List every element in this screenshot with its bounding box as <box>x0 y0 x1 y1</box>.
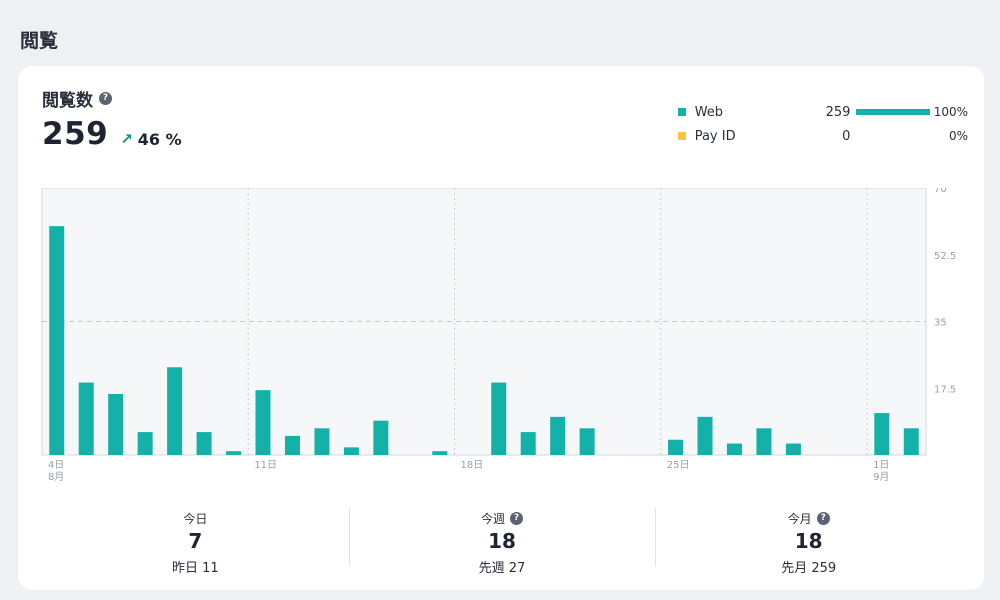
bar <box>491 382 507 455</box>
y-tick-label: 70 <box>934 188 947 195</box>
x-tick-sublabel: 8月 <box>48 471 64 483</box>
question-icon[interactable]: ? <box>99 92 112 105</box>
bar <box>167 367 183 455</box>
bar <box>108 393 124 455</box>
legend-bar-track <box>856 109 930 115</box>
y-tick-label: 17.5 <box>934 384 956 395</box>
question-icon[interactable]: ? <box>816 512 830 525</box>
metric-label: 閲覧数 <box>42 91 93 111</box>
bar <box>756 428 772 455</box>
bar <box>432 451 448 455</box>
metric-value: 259 <box>42 116 109 152</box>
x-tick-label: 18日 <box>461 460 484 471</box>
legend-row-payid: Pay ID 0 0% <box>678 124 968 148</box>
legend-swatch-payid <box>678 132 686 140</box>
stat-week: 今週? 18 先週 27 <box>348 502 656 576</box>
stat-today: 今日 7 昨日 11 <box>42 502 349 576</box>
trend-value: 46 % <box>137 129 182 149</box>
bar <box>550 416 566 455</box>
metric-header: 閲覧数 ? <box>42 86 112 111</box>
bar <box>579 428 595 455</box>
stat-previous: 先月 259 <box>781 561 837 576</box>
y-tick-label: 52.5 <box>934 251 956 262</box>
bar <box>874 413 890 455</box>
stat-previous: 先週 27 <box>478 561 526 576</box>
stat-label: 今月 <box>787 512 812 526</box>
x-tick-label: 4日 <box>48 460 64 471</box>
stats-row: 今日 7 昨日 11 今週? 18 先週 27 今月? 18 先月 259 <box>42 502 962 576</box>
legend-name: Web <box>694 104 724 120</box>
x-tick-sublabel: 9月 <box>873 471 889 483</box>
legend-percent: 0% <box>948 129 968 143</box>
metric-row: 259 ↗ 46 % <box>42 116 182 152</box>
bar <box>78 382 94 455</box>
stat-label: 今日 <box>183 512 208 526</box>
stat-label: 今週 <box>481 512 506 526</box>
legend-count: 259 <box>825 104 851 120</box>
bar <box>903 428 919 455</box>
legend-swatch-web <box>678 108 686 116</box>
legend-bar-track <box>856 133 929 139</box>
bar <box>137 432 153 455</box>
arrow-up-right-icon: ↗ <box>120 130 133 148</box>
views-card: 閲覧数 ? 259 ↗ 46 % Web 259 100% Pay ID 0 0… <box>18 66 984 590</box>
bar <box>226 451 242 455</box>
bar-chart: 70 52.5 35 17.5 4日 8月 11日 18日 25日 1日 9月 <box>40 184 970 488</box>
bar <box>314 428 330 455</box>
bar <box>726 443 742 455</box>
stat-value: 18 <box>488 529 516 553</box>
page-title: 閲覧 <box>20 30 59 52</box>
y-tick-label: 35 <box>934 318 947 329</box>
bar <box>373 420 389 455</box>
chart-svg: 70 52.5 35 17.5 4日8月 11日 18日 25日 1日9月 <box>41 184 956 483</box>
x-tick-label: 1日 <box>873 460 889 471</box>
stat-month: 今月? 18 先月 259 <box>655 502 962 576</box>
legend: Web 259 100% Pay ID 0 0% <box>678 100 968 148</box>
bar <box>49 226 65 455</box>
bar <box>255 390 271 455</box>
x-tick-label: 11日 <box>254 460 277 471</box>
legend-count: 0 <box>842 128 851 144</box>
legend-row-web: Web 259 100% <box>678 100 968 124</box>
legend-percent: 100% <box>933 105 968 119</box>
stat-value: 7 <box>188 529 203 553</box>
bar <box>196 432 212 455</box>
trend: ↗ 46 % <box>120 130 181 149</box>
x-tick-label: 25日 <box>667 460 690 471</box>
bar <box>668 439 684 455</box>
bar <box>284 435 300 455</box>
legend-name: Pay ID <box>694 128 736 144</box>
bar <box>697 416 713 455</box>
stat-previous: 昨日 11 <box>171 561 219 576</box>
bar <box>785 443 801 455</box>
question-icon[interactable]: ? <box>510 512 524 525</box>
bar <box>520 432 536 455</box>
bar <box>343 447 359 455</box>
legend-bar <box>856 109 930 115</box>
stat-value: 18 <box>794 529 823 553</box>
